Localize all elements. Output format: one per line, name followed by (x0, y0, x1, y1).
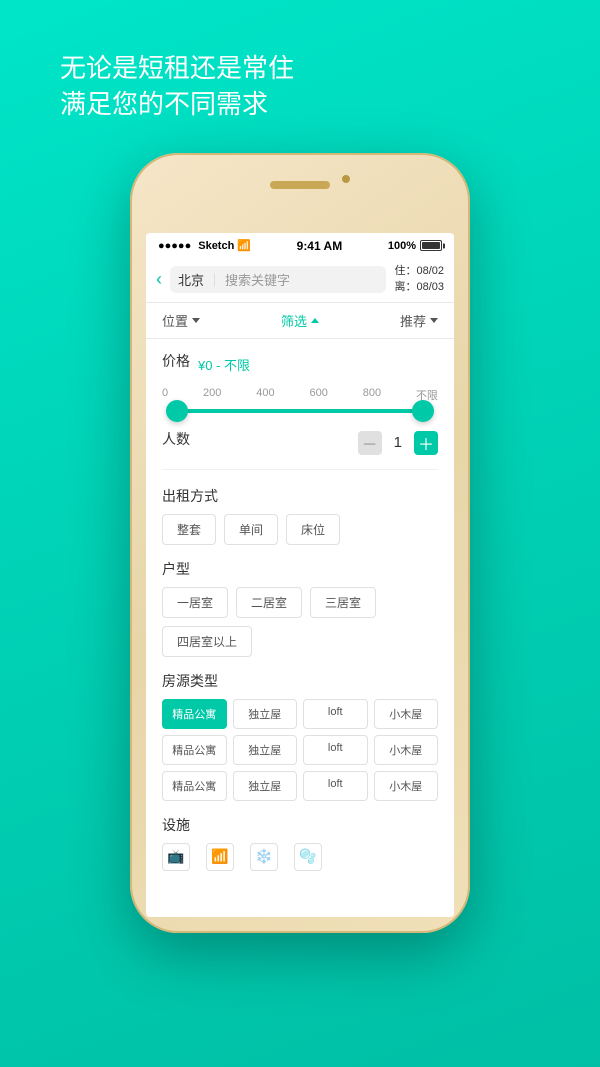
room-type-cabin-1[interactable]: 小木屋 (374, 699, 439, 729)
facilities-title: 设施 (162, 815, 438, 835)
ac-icon: ❄️ (250, 843, 278, 871)
battery-fill (422, 242, 440, 249)
checkin-label: 住：08/02 (394, 263, 444, 280)
count-minus-button[interactable]: － (358, 431, 382, 455)
room-layout-options: 一居室 二居室 三居室 四居室以上 (162, 587, 438, 657)
facility-wifi[interactable]: 📶 (206, 843, 234, 871)
room-type-boutique-1[interactable]: 精品公寓 (162, 699, 227, 729)
header-line1: 无论是短租还是常住 (60, 50, 600, 86)
rental-type-bed[interactable]: 床位 (286, 514, 340, 545)
carrier-label: Sketch (198, 240, 234, 252)
price-label-0: 0 (162, 387, 168, 403)
room-type-row-2: 精品公寓 独立屋 loft 小木屋 (162, 735, 438, 765)
wifi-icon: 📶 (237, 239, 251, 252)
facility-tv[interactable]: 📺 (162, 843, 190, 871)
recommend-label: 推荐 (400, 311, 426, 330)
tv-icon: 📺 (162, 843, 190, 871)
phone-device: ●●●●● Sketch 📶 9:41 AM 100% ‹ 北京 ｜ 搜索关键字… (130, 153, 470, 933)
price-label-200: 200 (203, 387, 221, 403)
checkout-label: 离：08/03 (394, 279, 444, 296)
battery-percent: 100% (388, 240, 416, 252)
rental-type-options: 整套 单间 床位 (162, 514, 438, 545)
rental-type-section: 出租方式 整套 单间 床位 (162, 486, 438, 545)
position-label: 位置 (162, 311, 188, 330)
search-input[interactable]: 北京 ｜ 搜索关键字 (170, 266, 386, 293)
price-section: 价格 ¥0 - 不限 0 200 400 600 800 不限 (162, 351, 438, 413)
price-slider-max-thumb[interactable] (412, 400, 434, 422)
status-bar: ●●●●● Sketch 📶 9:41 AM 100% (146, 233, 454, 257)
wifi-facility-icon: 📶 (206, 843, 234, 871)
room-type-boutique-2[interactable]: 精品公寓 (162, 735, 227, 765)
room-type-house-2[interactable]: 独立屋 (233, 735, 298, 765)
room-type-boutique-3[interactable]: 精品公寓 (162, 771, 227, 801)
price-label-800: 800 (363, 387, 381, 403)
facilities-section: 设施 📺 📶 ❄️ 🫧 (162, 815, 438, 871)
room-layout-title: 户型 (162, 559, 438, 579)
count-display: 1 (394, 434, 402, 451)
room-type-house-3[interactable]: 独立屋 (233, 771, 298, 801)
room-type-loft-3[interactable]: loft (303, 771, 368, 801)
status-left: ●●●●● Sketch 📶 (158, 239, 251, 252)
price-range: ¥0 - 不限 (198, 355, 250, 374)
recommend-arrow-icon (430, 318, 438, 323)
filter-recommend[interactable]: 推荐 (400, 311, 438, 330)
filter-main[interactable]: 筛选 (281, 311, 319, 330)
room-type-row-3: 精品公寓 独立屋 loft 小木屋 (162, 771, 438, 801)
room-type-title: 房源类型 (162, 671, 438, 691)
status-time: 9:41 AM (297, 239, 343, 253)
layout-2room[interactable]: 二居室 (236, 587, 302, 618)
filter-label: 筛选 (281, 311, 307, 330)
main-content: 价格 ¥0 - 不限 0 200 400 600 800 不限 (146, 339, 454, 917)
count-control: － 1 ＋ (358, 431, 438, 455)
facility-washer[interactable]: 🫧 (294, 843, 322, 871)
people-title: 人数 (162, 429, 190, 449)
room-type-row-1: 精品公寓 独立屋 loft 小木屋 (162, 699, 438, 729)
price-title: 价格 (162, 351, 190, 371)
room-layout-section: 户型 一居室 二居室 三居室 四居室以上 (162, 559, 438, 657)
rental-type-single[interactable]: 单间 (224, 514, 278, 545)
room-type-cabin-2[interactable]: 小木屋 (374, 735, 439, 765)
price-label-600: 600 (309, 387, 327, 403)
back-button[interactable]: ‹ (156, 269, 162, 290)
room-type-loft-2[interactable]: loft (303, 735, 368, 765)
filter-position[interactable]: 位置 (162, 311, 200, 330)
search-divider: ｜ (208, 270, 221, 289)
phone-camera (342, 175, 350, 183)
search-bar: ‹ 北京 ｜ 搜索关键字 住：08/02 离：08/03 (146, 257, 454, 303)
layout-4room[interactable]: 四居室以上 (162, 626, 252, 657)
rental-type-title: 出租方式 (162, 486, 438, 506)
price-slider-track[interactable] (170, 409, 430, 413)
facility-ac[interactable]: ❄️ (250, 843, 278, 871)
count-plus-button[interactable]: ＋ (414, 431, 438, 455)
signal-icon: ●●●●● (158, 240, 191, 252)
phone-speaker (270, 181, 330, 189)
layout-3room[interactable]: 三居室 (310, 587, 376, 618)
people-section: 人数 － 1 ＋ (162, 429, 438, 470)
search-location: 北京 (178, 270, 204, 289)
position-arrow-icon (192, 318, 200, 323)
filter-arrow-icon (311, 318, 319, 323)
price-labels: 0 200 400 600 800 不限 (162, 387, 438, 403)
price-slider-fill (170, 409, 430, 413)
header-text: 无论是短租还是常住 满足您的不同需求 (0, 50, 600, 123)
washer-icon: 🫧 (294, 843, 322, 871)
rental-type-full[interactable]: 整套 (162, 514, 216, 545)
phone-screen: ●●●●● Sketch 📶 9:41 AM 100% ‹ 北京 ｜ 搜索关键字… (146, 233, 454, 917)
status-right: 100% (388, 240, 442, 252)
filter-bar: 位置 筛选 推荐 (146, 303, 454, 339)
room-type-cabin-3[interactable]: 小木屋 (374, 771, 439, 801)
dates-area: 住：08/02 离：08/03 (394, 263, 444, 296)
price-label-400: 400 (256, 387, 274, 403)
facilities-row: 📺 📶 ❄️ 🫧 (162, 843, 438, 871)
room-type-section: 房源类型 精品公寓 独立屋 loft 小木屋 精品公寓 独立屋 loft 小木屋 (162, 671, 438, 801)
battery-icon (420, 240, 442, 251)
room-type-house-1[interactable]: 独立屋 (233, 699, 298, 729)
room-type-loft-1[interactable]: loft (303, 699, 368, 729)
search-placeholder: 搜索关键字 (225, 270, 290, 289)
header-line2: 满足您的不同需求 (60, 86, 600, 122)
layout-1room[interactable]: 一居室 (162, 587, 228, 618)
price-slider-min-thumb[interactable] (166, 400, 188, 422)
